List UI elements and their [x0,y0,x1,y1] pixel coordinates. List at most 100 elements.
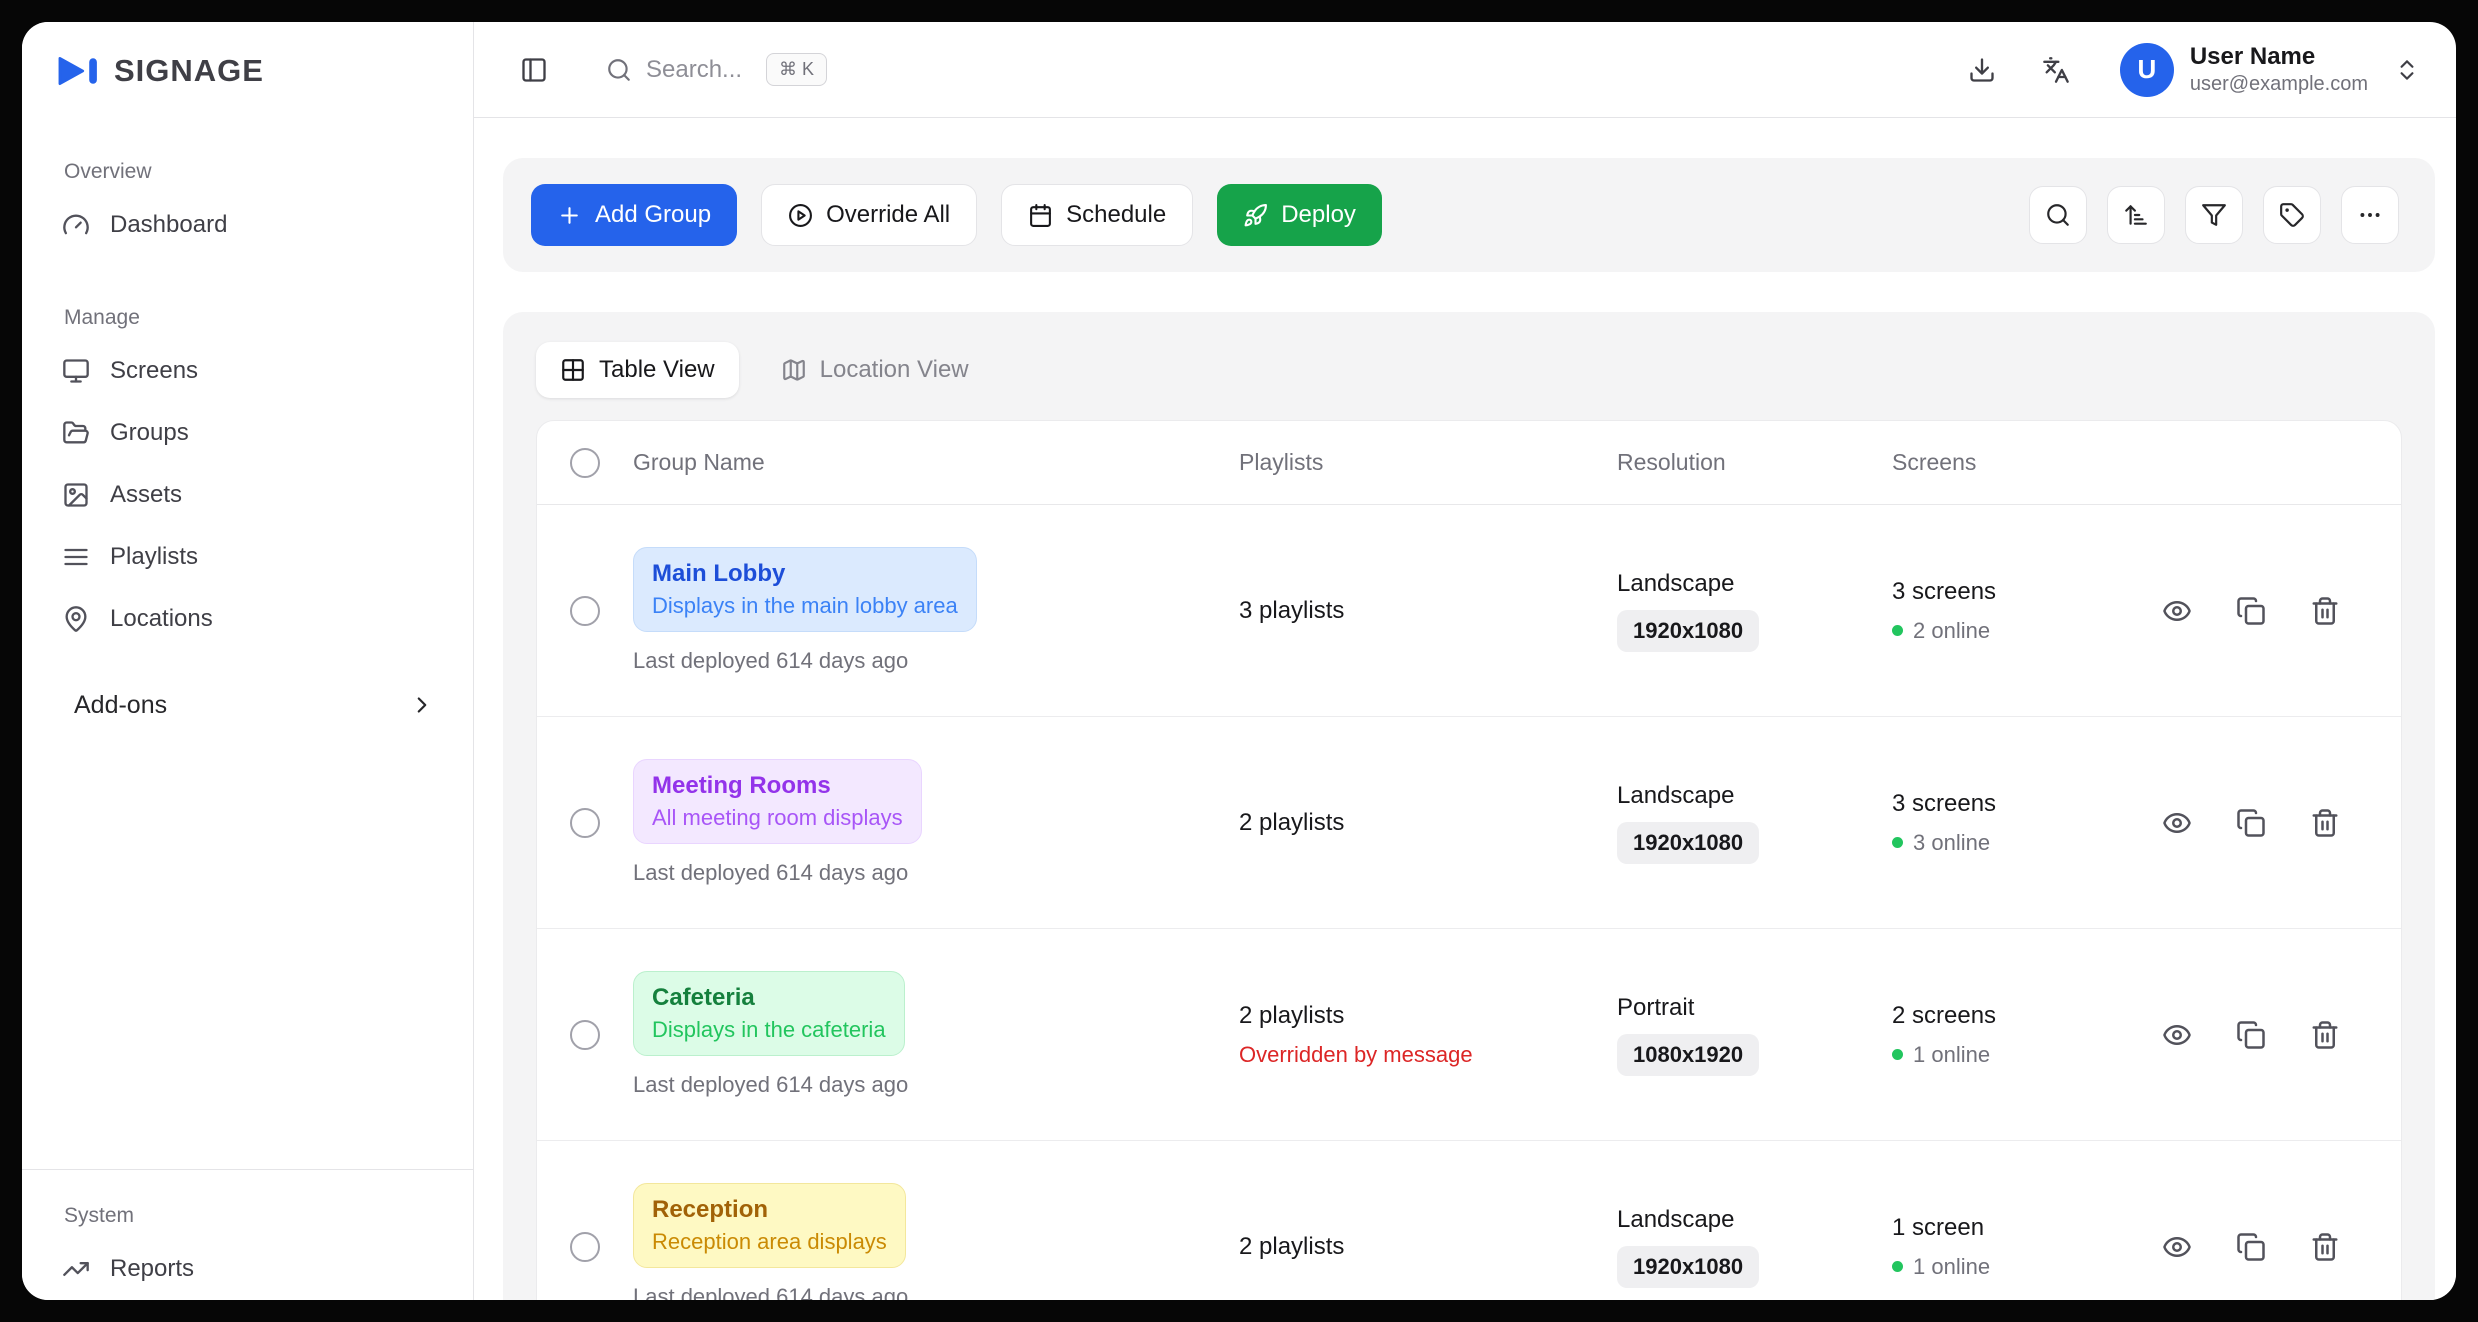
schedule-label: Schedule [1066,201,1166,229]
orientation-label: Portrait [1617,994,1694,1022]
view-icon[interactable] [2162,1232,2192,1262]
delete-icon[interactable] [2310,596,2340,626]
view-icon[interactable] [2162,1020,2192,1050]
row-checkbox[interactable] [570,808,600,838]
ellipsis-icon [2357,202,2383,228]
sidebar-item-label: Reports [110,1255,194,1283]
last-deployed-text: Last deployed 614 days ago [633,648,908,674]
screens-cell: 2 screens 1 online [1892,1002,2124,1068]
copy-icon[interactable] [2236,596,2266,626]
column-header-playlists: Playlists [1239,449,1617,476]
sort-button[interactable] [2107,186,2165,244]
gauge-icon [62,211,90,239]
copy-icon[interactable] [2236,1020,2266,1050]
add-group-button[interactable]: Add Group [531,184,737,246]
view-tabs: Table View Location View [536,342,2402,398]
delete-icon[interactable] [2310,1020,2340,1050]
view-icon[interactable] [2162,808,2192,838]
calendar-icon [1028,203,1053,228]
sidebar-item-label: Assets [110,481,182,509]
translate-icon [2042,56,2070,84]
sidebar-toggle-button[interactable] [510,46,558,94]
search-groups-button[interactable] [2029,186,2087,244]
sidebar-addons-toggle[interactable]: Add-ons [46,674,449,736]
resolution-cell: Landscape 1920x1080 [1617,1206,1892,1288]
select-all-checkbox[interactable] [570,448,600,478]
delete-icon[interactable] [2310,808,2340,838]
sidebar-item-assets[interactable]: Assets [46,464,449,526]
language-button[interactable] [2032,46,2080,94]
trending-up-icon [62,1255,90,1283]
brand-logo[interactable]: SIGNAGE [46,22,449,120]
image-icon [62,481,90,509]
row-checkbox[interactable] [570,1020,600,1050]
column-header-resolution: Resolution [1617,449,1892,476]
tag-icon [2279,202,2305,228]
screens-cell: 3 screens 3 online [1892,790,2124,856]
sidebar-item-groups[interactable]: Groups [46,402,449,464]
delete-icon[interactable] [2310,1232,2340,1262]
row-checkbox[interactable] [570,1232,600,1262]
user-menu[interactable]: U User Name user@example.com [2120,42,2420,97]
rocket-icon [1243,203,1268,228]
override-all-label: Override All [826,201,950,229]
sidebar-item-reports[interactable]: Reports [46,1238,449,1300]
row-actions [2124,1232,2401,1262]
map-pin-icon [62,605,90,633]
topbar-right: U User Name user@example.com [1958,42,2420,97]
download-icon [1968,56,1996,84]
list-icon [62,543,90,571]
playlists-cell: 3 playlists [1239,597,1617,625]
resolution-badge: 1920x1080 [1617,1246,1759,1288]
tab-table-view-label: Table View [599,356,715,384]
schedule-button[interactable]: Schedule [1001,184,1193,246]
sidebar-item-playlists[interactable]: Playlists [46,526,449,588]
main-area: Search... ⌘ K U User Name [474,22,2456,1300]
deploy-button[interactable]: Deploy [1217,184,1382,246]
table-row[interactable]: Cafeteria Displays in the cafeteria Last… [537,929,2401,1141]
group-badge[interactable]: Reception Reception area displays [633,1183,906,1268]
table-row[interactable]: Meeting Rooms All meeting room displays … [537,717,2401,929]
sidebar-item-screens[interactable]: Screens [46,340,449,402]
toolbar-right [2029,186,2399,244]
sidebar-item-dashboard[interactable]: Dashboard [46,194,449,256]
last-deployed-text: Last deployed 614 days ago [633,1072,908,1098]
groups-panel: Table View Location View Group Name [503,312,2435,1300]
user-email: user@example.com [2190,72,2368,97]
playlists-cell: 2 playlists Overridden by message [1239,1002,1617,1068]
table-row[interactable]: Reception Reception area displays Last d… [537,1141,2401,1300]
sidebar-item-label: Groups [110,419,189,447]
view-icon[interactable] [2162,596,2192,626]
group-badge[interactable]: Meeting Rooms All meeting room displays [633,759,922,844]
last-deployed-text: Last deployed 614 days ago [633,860,908,886]
table-row[interactable]: Main Lobby Displays in the main lobby ar… [537,505,2401,717]
chevron-right-icon [409,692,435,718]
copy-icon[interactable] [2236,1232,2266,1262]
playlists-cell: 2 playlists [1239,1233,1617,1261]
tab-location-view[interactable]: Location View [757,342,993,398]
override-all-button[interactable]: Override All [761,184,977,246]
more-options-button[interactable] [2341,186,2399,244]
topbar: Search... ⌘ K U User Name [474,22,2456,118]
add-group-label: Add Group [595,201,711,229]
sidebar-item-locations[interactable]: Locations [46,588,449,650]
copy-icon[interactable] [2236,808,2266,838]
filter-button[interactable] [2185,186,2243,244]
sidebar-item-label: Dashboard [110,211,227,239]
search-placeholder: Search... [646,56,742,84]
tab-table-view[interactable]: Table View [536,342,739,398]
search-input[interactable]: Search... ⌘ K [606,53,827,86]
row-actions [2124,808,2401,838]
sidebar: SIGNAGE Overview Dashboard Manage Screen… [22,22,474,1300]
filter-funnel-icon [2201,202,2227,228]
row-checkbox[interactable] [570,596,600,626]
group-badge[interactable]: Cafeteria Displays in the cafeteria [633,971,905,1056]
tag-button[interactable] [2263,186,2321,244]
group-cell: Cafeteria Displays in the cafeteria Last… [633,971,1239,1098]
screens-count: 2 screens [1892,1002,1996,1030]
download-button[interactable] [1958,46,2006,94]
section-label-system: System [64,1204,449,1228]
group-badge[interactable]: Main Lobby Displays in the main lobby ar… [633,547,977,632]
search-shortcut-badge: ⌘ K [766,53,827,86]
group-name: Meeting Rooms [652,772,903,800]
